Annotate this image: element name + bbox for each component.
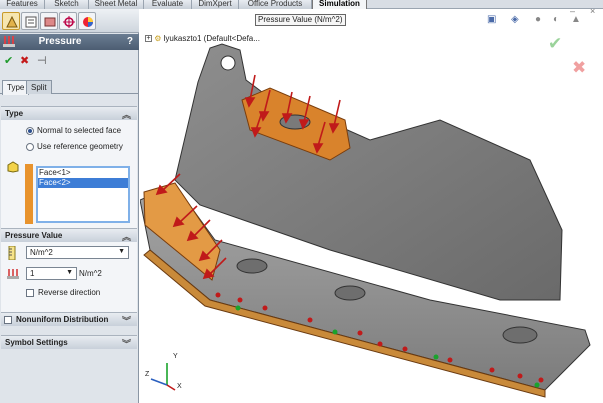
feature-manager-icon[interactable] — [2, 12, 20, 30]
pressure-value-icon — [7, 269, 19, 281]
tab-features[interactable]: Features — [0, 0, 45, 9]
tree-root[interactable]: + ⚙ lyukaszto1 (Default<Defa... — [145, 34, 260, 43]
reference-radio[interactable] — [26, 143, 34, 151]
unit-value: N/m^2 — [30, 248, 53, 257]
axis-y-label: Y — [173, 353, 178, 360]
pressure-value-input[interactable]: 1 ▼ — [26, 267, 77, 280]
confirm-cancel-icon[interactable]: ✖ — [572, 58, 586, 78]
close-icon[interactable]: × — [590, 6, 595, 16]
pressure-group-header[interactable]: Pressure Value ︽ — [1, 228, 137, 242]
part-icon: ⚙ — [154, 34, 162, 43]
tab-sketch[interactable]: Sketch — [45, 0, 89, 9]
command-manager-tabs: Features Sketch Sheet Metal Evaluate Dim… — [0, 0, 603, 9]
config-manager-icon[interactable] — [40, 12, 58, 30]
symbol-settings-header[interactable]: Symbol Settings ︾ — [1, 335, 137, 349]
part-model[interactable] — [140, 10, 603, 403]
property-manager-icon[interactable] — [21, 12, 39, 30]
tab-sheet-metal[interactable]: Sheet Metal — [89, 0, 144, 9]
normal-radio-label: Normal to selected face — [37, 126, 122, 135]
face-item-selected[interactable]: Face<2> — [38, 178, 128, 188]
unit-select[interactable]: N/m^2 ▼ — [26, 246, 129, 259]
help-button[interactable]: ? — [127, 36, 133, 47]
face-highlight-bar — [25, 164, 33, 224]
property-manager-panel: Pressure ? ✔ ✖ ⊣ Type Split Type ︽ Norma… — [0, 9, 139, 403]
tab-split[interactable]: Split — [26, 80, 52, 94]
unit-icon — [7, 245, 17, 262]
pressure-group-label: Pressure Value — [5, 231, 63, 240]
cancel-button[interactable]: ✖ — [20, 54, 29, 67]
type-group-label: Type — [5, 109, 24, 118]
display-manager-icon[interactable] — [78, 12, 96, 30]
pm-tabs: Type Split — [0, 79, 139, 95]
pressure-value: 1 — [30, 269, 35, 278]
axis-x-label: X — [177, 383, 182, 390]
nonuniform-checkbox[interactable] — [4, 316, 12, 324]
hide-show-icon[interactable]: ● — [535, 14, 541, 25]
view-orientation-icon[interactable]: ▣ — [487, 14, 496, 25]
manager-icon-bar — [0, 9, 139, 33]
reverse-direction-checkbox[interactable] — [26, 289, 34, 297]
reference-radio-label: Use reference geometry — [37, 142, 123, 151]
type-group-header[interactable]: Type ︽ — [1, 106, 137, 120]
tab-evaluate[interactable]: Evaluate — [144, 0, 192, 9]
face-selection-list[interactable]: Face<1> Face<2> — [36, 166, 130, 223]
tab-simulation[interactable]: Simulation — [312, 0, 367, 9]
pressure-group-body: N/m^2 ▼ 1 ▼ N/m^2 Reverse direction — [1, 242, 137, 315]
pressure-value-tag: Pressure Value (N/m^2) — [255, 14, 346, 26]
tab-dimxpert[interactable]: DimXpert — [192, 0, 239, 9]
pressure-value-unit: N/m^2 — [79, 269, 102, 278]
normal-radio[interactable] — [26, 127, 34, 135]
confirm-ok-icon[interactable]: ✔ — [548, 34, 562, 54]
reverse-direction-label: Reverse direction — [38, 288, 101, 297]
face-item[interactable]: Face<1> — [38, 168, 128, 178]
minimize-icon[interactable]: – — [570, 6, 575, 16]
display-style-icon[interactable]: ◈ — [511, 14, 519, 25]
nonuniform-group-header[interactable]: Nonuniform Distribution ︾ — [1, 312, 137, 326]
coordinate-triad: Y Z X — [145, 353, 185, 393]
tab-office-products[interactable]: Office Products — [239, 0, 312, 9]
pin-button[interactable]: ⊣ — [37, 54, 47, 67]
axis-z-label: Z — [145, 371, 150, 378]
appearance-icon[interactable]: ◐ — [553, 14, 559, 25]
chevron-down-icon: ▼ — [118, 248, 125, 255]
symbol-settings-label: Symbol Settings — [5, 338, 68, 347]
dimxpert-icon[interactable] — [59, 12, 77, 30]
pm-title-bar: Pressure ? — [0, 34, 139, 50]
pm-actions: ✔ ✖ ⊣ — [0, 53, 139, 69]
chevron-down-icon: ▼ — [66, 269, 73, 276]
expand-icon[interactable]: ︾ — [122, 337, 131, 350]
expand-icon[interactable]: + — [145, 35, 152, 43]
tree-root-label: lyukaszto1 (Default<Defa... — [163, 34, 260, 43]
nonuniform-label: Nonuniform Distribution — [16, 315, 109, 324]
graphics-area[interactable]: ▣ ◈ ● ◐ ▲ Pressure Value (N/m^2) + ⚙ lyu… — [140, 6, 603, 403]
expand-icon[interactable]: ︾ — [122, 314, 131, 327]
pressure-value-tag-label: Pressure Value (N/m^2) — [255, 14, 346, 26]
pm-title: Pressure — [38, 36, 82, 47]
ok-button[interactable]: ✔ — [4, 54, 13, 67]
face-selection-icon — [7, 161, 19, 175]
